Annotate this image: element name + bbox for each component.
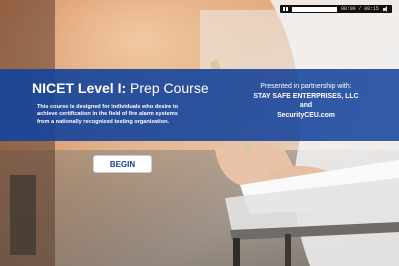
seek-slider[interactable] — [292, 6, 337, 12]
time-readout: 00:00 / 00:15 — [341, 6, 379, 12]
course-title: NICET Level I: Prep Course — [32, 80, 209, 96]
pause-icon[interactable] — [280, 5, 290, 13]
partner-and: and — [299, 102, 313, 109]
course-description-line: from a nationally recognized testing org… — [37, 118, 170, 125]
partner-company: STAY SAFE ENTERPRISES, LLC — [253, 92, 359, 100]
course-title-bold: NICET Level I: — [32, 80, 127, 96]
course-description: This course is designed for individuals … — [37, 104, 217, 126]
course-splash-screen: 00:00 / 00:15 NICET Level I: Prep Course… — [0, 0, 399, 266]
course-description-line: achieve certification in the field of fi… — [37, 111, 178, 118]
partner-intro: Presented in partnership with: — [260, 83, 352, 90]
begin-button[interactable]: BEGIN — [93, 155, 152, 173]
media-player-bar: 00:00 / 00:15 — [280, 5, 392, 13]
partner-credits: Presented in partnership with: STAY SAFE… — [250, 82, 362, 120]
volume-icon[interactable] — [381, 5, 390, 13]
course-title-rest: Prep Course — [126, 80, 209, 96]
course-description-line: This course is designed for individuals … — [37, 104, 179, 110]
partner-site: SecurityCEU.com — [277, 111, 335, 119]
